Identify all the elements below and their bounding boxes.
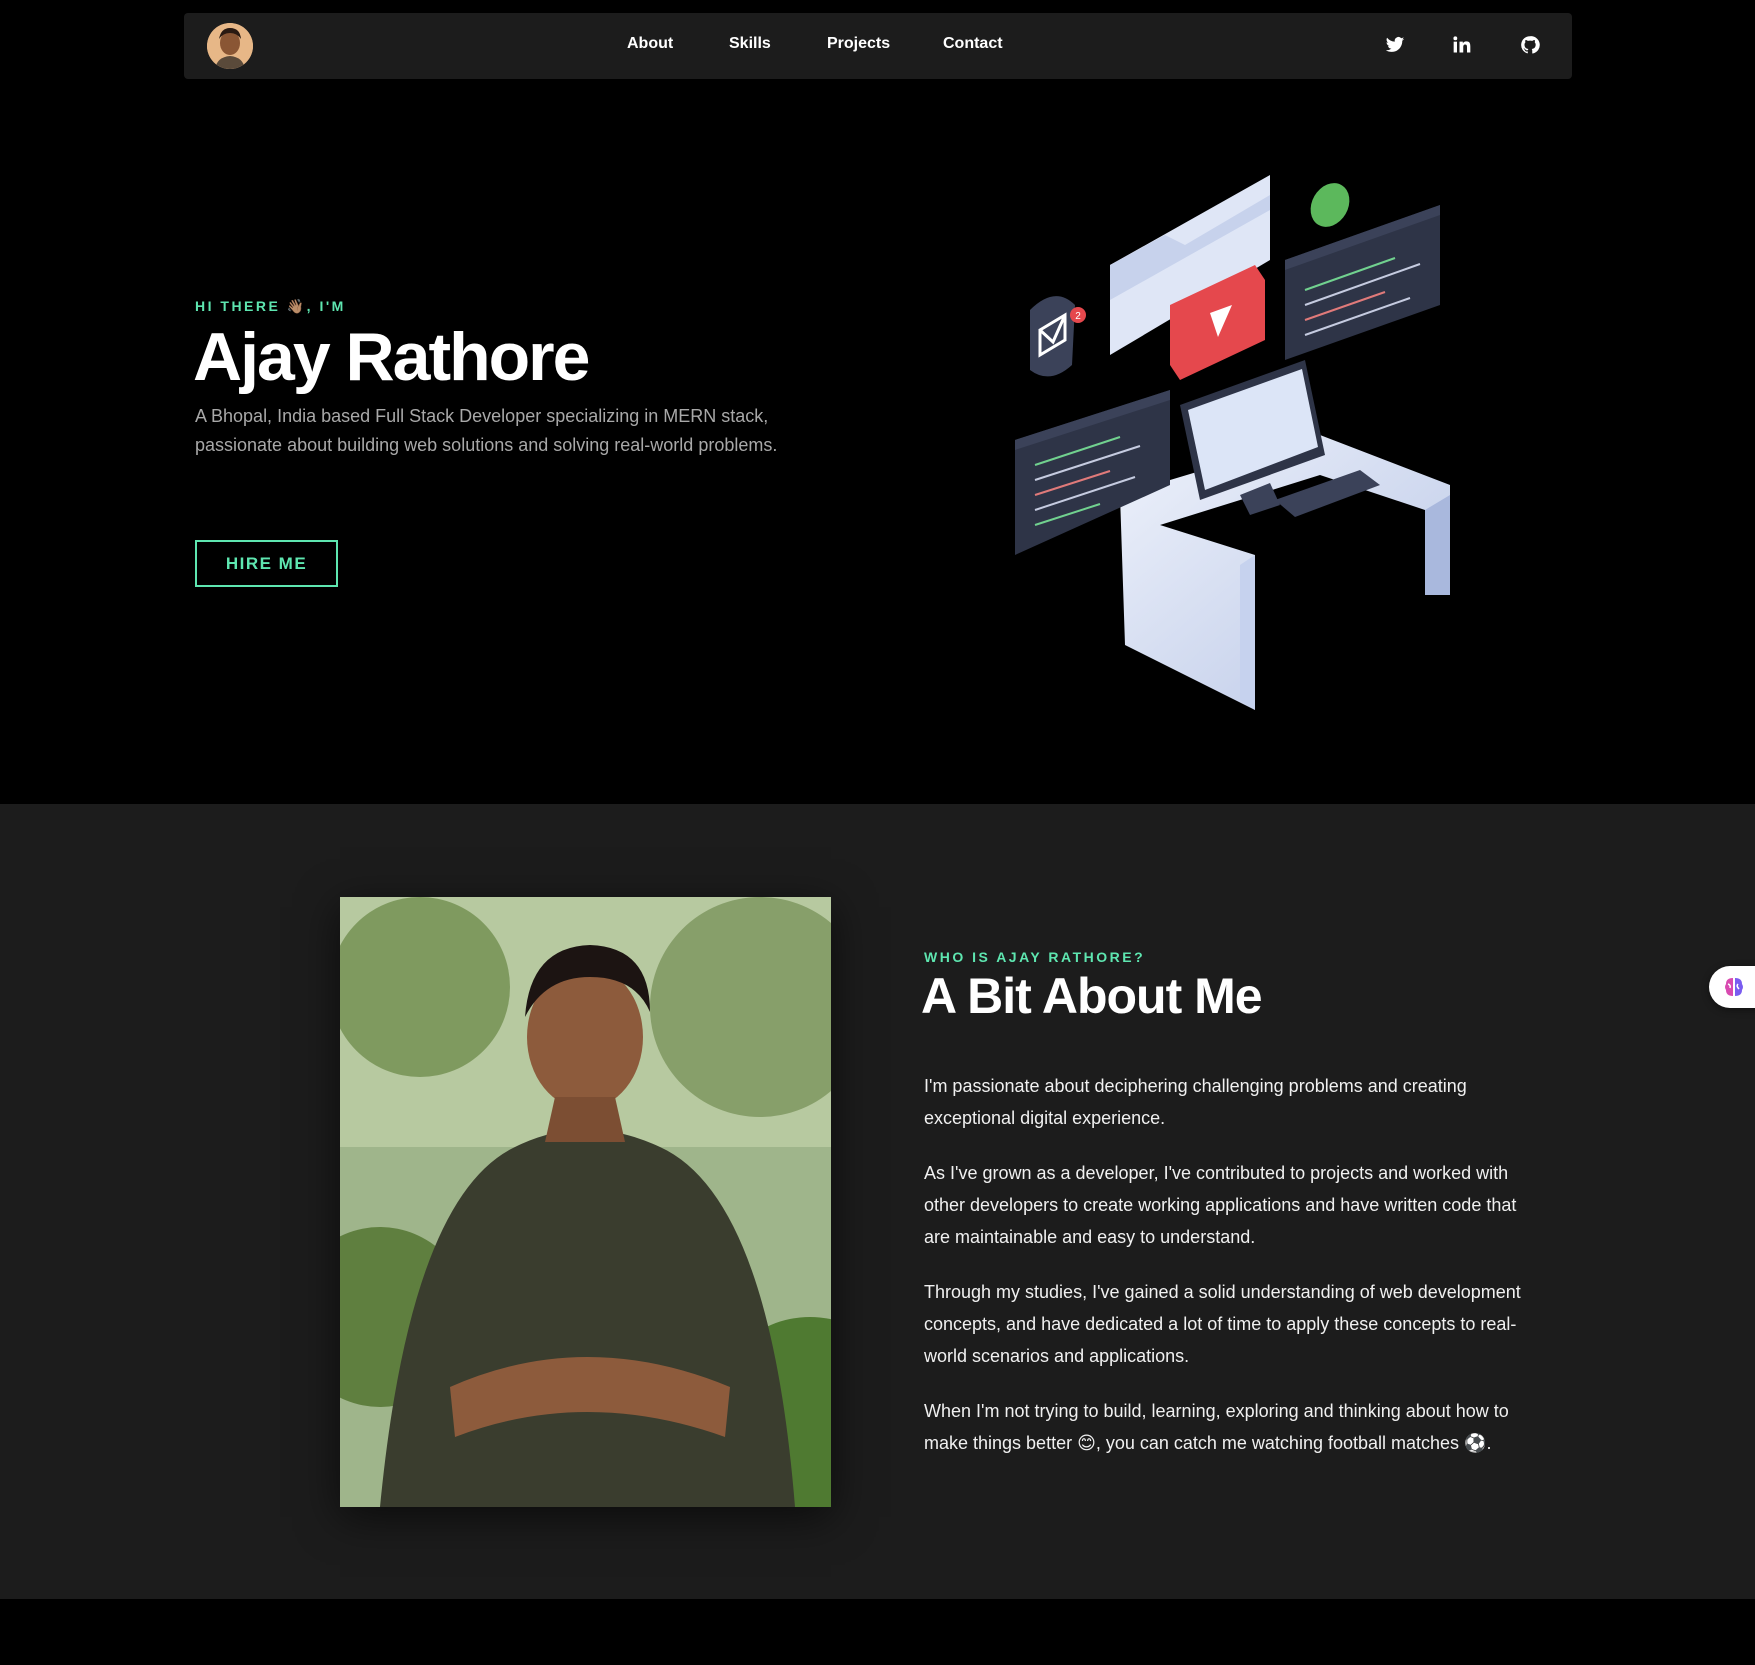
hire-me-button[interactable]: HIRE ME: [195, 540, 338, 587]
about-eyebrow: WHO IS AJAY RATHORE?: [924, 949, 1146, 965]
about-paragraph: I'm passionate about deciphering challen…: [924, 1076, 1467, 1128]
profile-photo: [340, 897, 831, 1507]
linkedin-icon[interactable]: [1452, 35, 1474, 57]
hero-description: A Bhopal, India based Full Stack Develop…: [195, 406, 778, 455]
about-paragraph: As I've grown as a developer, I've contr…: [924, 1163, 1517, 1247]
nav-link-skills[interactable]: Skills: [729, 35, 771, 53]
nav-link-about[interactable]: About: [627, 35, 673, 53]
nav-link-contact[interactable]: Contact: [943, 35, 1003, 53]
hero-name: Ajay Rathore: [193, 319, 590, 395]
nav-link-projects[interactable]: Projects: [827, 35, 890, 53]
brain-icon: [1723, 976, 1745, 1003]
brain-widget-button[interactable]: [1709, 966, 1755, 1008]
about-paragraph: Through my studies, I've gained a solid …: [924, 1282, 1521, 1366]
github-icon[interactable]: [1520, 35, 1542, 57]
navbar: About Skills Projects Contact: [184, 13, 1572, 79]
right-code-window: [1285, 205, 1440, 360]
about-paragraph: When I'm not trying to build, learning, …: [924, 1401, 1509, 1453]
monitor-shape: [1180, 360, 1380, 517]
about-section: WHO IS AJAY RATHORE? A Bit About Me I'm …: [0, 804, 1755, 1599]
about-body: I'm passionate about deciphering challen…: [924, 1070, 1544, 1482]
mail-icon: 2: [1030, 296, 1086, 377]
mail-badge: 2: [1075, 311, 1081, 322]
twitter-icon[interactable]: [1385, 35, 1407, 57]
hero-greeting: HI THERE 👋🏽, I'M: [195, 298, 346, 314]
about-title: A Bit About Me: [921, 968, 1263, 1024]
hero-illustration: 2: [1000, 165, 1470, 725]
nav-links: About Skills Projects Contact: [184, 13, 1572, 79]
chat-bubble-icon: [1310, 183, 1350, 227]
